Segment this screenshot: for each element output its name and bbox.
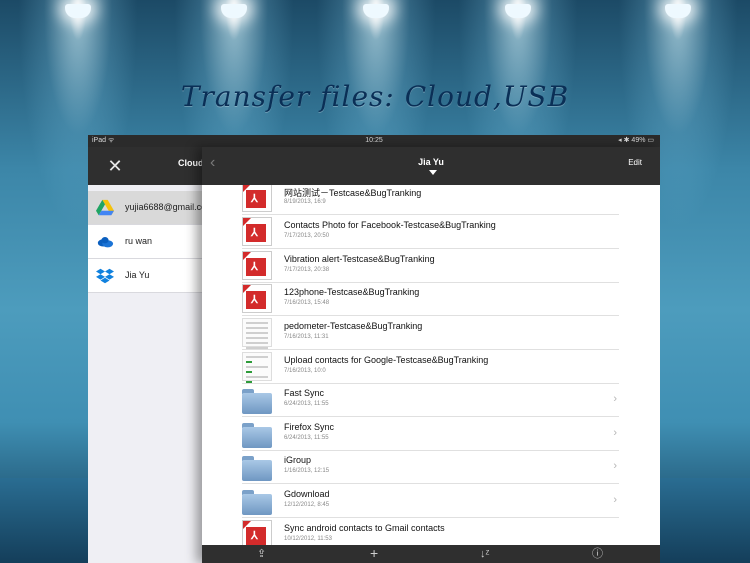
folder-name: Gdownload	[284, 489, 330, 499]
account-item-google-drive[interactable]: yujia6688@gmail.com	[88, 191, 208, 225]
file-date: 7/16/2013, 10:0	[284, 368, 326, 374]
folder-date: 12/12/2012, 8:45	[284, 502, 330, 508]
folder-title[interactable]: Jia Yu	[202, 157, 660, 167]
info-icon[interactable]: ⓘ	[592, 547, 603, 561]
file-browser-panel: ‹ Jia Yu Edit ⅄ 网站测试－Testcase&BugTrankin…	[202, 147, 660, 563]
file-name: 网站测试－Testcase&BugTranking	[284, 188, 422, 198]
file-row[interactable]: ⅄ Vibration alert-Testcase&BugTranking 7…	[242, 249, 619, 283]
pdf-file-icon: ⅄	[242, 217, 272, 246]
onedrive-icon	[97, 237, 114, 248]
file-row[interactable]: ⅄ 网站测试－Testcase&BugTranking 8/19/2013, 1…	[242, 185, 619, 215]
pdf-file-icon: ⅄	[242, 251, 272, 280]
bottom-toolbar: ⇪ + ↓ᶻ ⓘ	[202, 545, 660, 563]
file-date: 10/12/2012, 11:53	[284, 536, 332, 542]
file-name: Vibration alert-Testcase&BugTranking	[284, 254, 435, 264]
add-icon[interactable]: +	[370, 546, 378, 560]
account-label: Jia Yu	[125, 270, 150, 280]
folder-row[interactable]: Fast Sync 6/24/2013, 11:55 ›	[242, 383, 619, 417]
status-bar: iPad ᯤ 10:25 ◂ ✱ 49% ▭	[88, 135, 660, 147]
file-row[interactable]: pedometer-Testcase&BugTranking 7/16/2013…	[242, 316, 619, 350]
folder-date: 6/24/2013, 11:55	[284, 401, 329, 407]
file-row[interactable]: Upload contacts for Google-Testcase&BugT…	[242, 350, 619, 384]
lamp-icon	[65, 4, 91, 18]
file-name: Contacts Photo for Facebook-Testcase&Bug…	[284, 220, 496, 230]
pdf-file-icon: ⅄	[242, 520, 272, 545]
spreadsheet-thumbnail-icon	[242, 352, 272, 383]
dropbox-icon	[96, 268, 114, 284]
file-row[interactable]: ⅄ Contacts Photo for Facebook-Testcase&B…	[242, 215, 619, 249]
folder-icon	[242, 486, 272, 515]
file-row[interactable]: ⅄ 123phone-Testcase&BugTranking 7/16/201…	[242, 282, 619, 316]
lamp-icon	[665, 4, 691, 18]
account-label: yujia6688@gmail.com	[125, 202, 205, 212]
file-name: pedometer-Testcase&BugTranking	[284, 321, 423, 331]
account-label: ru wan	[125, 236, 153, 246]
account-item-onedrive[interactable]: ru wan	[88, 225, 208, 259]
lamp-icon	[505, 4, 531, 18]
folder-name: Fast Sync	[284, 388, 325, 398]
file-name: Sync android contacts to Gmail contacts	[284, 523, 445, 533]
account-list: yujia6688@gmail.com ru wan Jia Yu	[88, 191, 208, 293]
file-date: 7/16/2013, 15:48	[284, 300, 330, 306]
promo-banner-title: Transfer files: Cloud,USB	[180, 80, 570, 113]
account-item-dropbox[interactable]: Jia Yu	[88, 259, 208, 293]
pdf-file-icon: ⅄	[242, 185, 272, 212]
caret-down-icon	[429, 170, 437, 175]
folder-icon	[242, 452, 272, 481]
google-drive-icon	[96, 199, 114, 216]
sort-icon[interactable]: ↓ᶻ	[480, 547, 489, 561]
status-right: ◂ ✱ 49% ▭	[618, 137, 654, 144]
chevron-right-icon: ›	[613, 427, 617, 439]
edit-button[interactable]: Edit	[628, 158, 642, 167]
chevron-right-icon: ›	[613, 393, 617, 405]
folder-name: Firefox Sync	[284, 422, 335, 432]
file-date: 7/17/2013, 20:38	[284, 267, 330, 273]
file-date: 7/17/2013, 20:50	[284, 233, 330, 239]
main-nav-bar: ‹ Jia Yu Edit	[202, 147, 660, 185]
close-icon[interactable]: ✕	[106, 157, 124, 175]
file-date: 7/16/2013, 11:31	[284, 334, 329, 340]
file-name: 123phone-Testcase&BugTranking	[284, 287, 420, 297]
cloud-upload-icon[interactable]: ⇪	[257, 547, 266, 561]
folder-date: 6/24/2013, 11:55	[284, 435, 329, 441]
folder-row[interactable]: iGroup 1/16/2013, 12:15 ›	[242, 450, 619, 484]
lamp-icon	[363, 4, 389, 18]
file-name: Upload contacts for Google-Testcase&BugT…	[284, 355, 489, 365]
folder-icon	[242, 385, 272, 414]
pdf-file-icon: ⅄	[242, 284, 272, 313]
chevron-right-icon: ›	[613, 494, 617, 506]
file-row[interactable]: ⅄ Sync android contacts to Gmail contact…	[242, 518, 619, 545]
folder-row[interactable]: Gdownload 12/12/2012, 8:45 ›	[242, 484, 619, 518]
ipad-screen: iPad ᯤ 10:25 ◂ ✱ 49% ▭ ✕ Cloud yujia6688…	[88, 135, 660, 563]
folder-icon	[242, 419, 272, 448]
document-thumbnail-icon	[242, 318, 272, 349]
folder-date: 1/16/2013, 12:15	[284, 468, 330, 474]
sidebar-title: Cloud	[178, 158, 204, 168]
file-date: 8/19/2013, 16:9	[284, 199, 326, 205]
lamp-icon	[221, 4, 247, 18]
sidebar-nav-bar: ✕ Cloud	[88, 147, 208, 185]
chevron-right-icon: ›	[613, 460, 617, 472]
folder-name: iGroup	[284, 455, 312, 465]
file-list: ⅄ 网站测试－Testcase&BugTranking 8/19/2013, 1…	[202, 185, 660, 545]
status-time: 10:25	[365, 137, 383, 144]
folder-row[interactable]: Firefox Sync 6/24/2013, 11:55 ›	[242, 417, 619, 451]
